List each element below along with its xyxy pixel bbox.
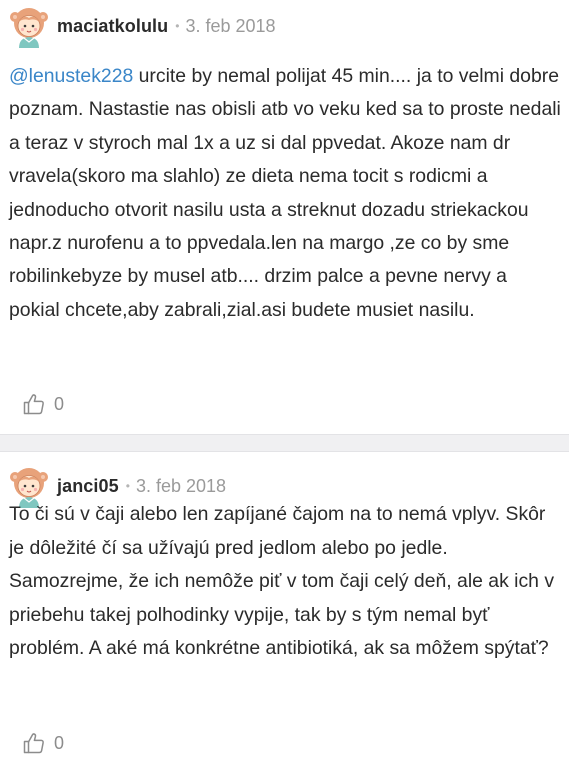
comment-header: maciatkolulu • 3. feb 2018 (9, 4, 276, 48)
thumbs-up-icon (23, 733, 44, 754)
like-button[interactable]: 0 (22, 731, 64, 755)
comment-body: To či sú v čaji alebo len zapíjané čajom… (9, 503, 555, 660)
comment-body: urcite by nemal polijat 45 min.... ja to… (9, 65, 561, 321)
comment-username[interactable]: janci05 (57, 476, 119, 497)
like-button[interactable]: 0 (22, 392, 64, 416)
comment-date: 3. feb 2018 (135, 475, 227, 496)
comment-separator (0, 434, 569, 452)
comment-item: janci05 • 3. feb 2018 To či sú v čaji al… (0, 452, 569, 772)
thumbs-up-icon (23, 394, 44, 415)
comment-date: 3. feb 2018 (185, 15, 276, 36)
girl-avatar-icon[interactable] (9, 4, 49, 48)
comment-username[interactable]: maciatkolulu (57, 16, 168, 37)
meta-separator: • (125, 479, 130, 493)
like-count: 0 (54, 732, 65, 753)
like-count: 0 (54, 393, 65, 414)
meta-separator: • (175, 19, 180, 33)
user-mention-link[interactable]: @lenustek228 (9, 65, 133, 87)
comment-text: To či sú v čaji alebo len zapíjané čajom… (9, 498, 561, 666)
comment-text: @lenustek228 urcite by nemal polijat 45 … (9, 60, 561, 327)
comment-item: maciatkolulu • 3. feb 2018 @lenustek228 … (0, 0, 569, 434)
